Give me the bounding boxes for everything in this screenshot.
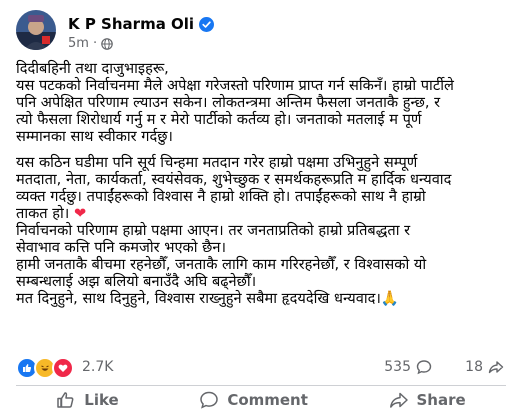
reactions-bar: 2.7K 535 18 xyxy=(16,357,506,379)
text-line: ताकत हो। ❤ xyxy=(16,205,512,222)
share-button[interactable]: Share xyxy=(389,388,466,412)
text-line: सम्मानका साथ स्वीकार गर्दछु। xyxy=(16,128,173,145)
post-header: K P Sharma Oli 5m · xyxy=(16,10,506,54)
comment-button[interactable]: Comment xyxy=(199,388,308,412)
reaction-icons[interactable] xyxy=(16,357,74,379)
text-line: सेवाभाव कत्ति पनि कमजोर भएको छैन। xyxy=(16,239,227,256)
post-actions: Like Comment Share xyxy=(16,388,506,412)
text-line: मतदाता, नेता, कार्यकर्ता, स्वयंसेवक, शुभ… xyxy=(16,171,452,188)
like-button[interactable]: Like xyxy=(56,388,119,412)
text-line: दिदीबहिनी तथा दाजुभाइहरू, xyxy=(16,60,169,77)
text-line-content: मत दिनुहुने, साथ दिनुहुने, विश्वास राख्न… xyxy=(16,290,381,307)
share-count[interactable]: 18 xyxy=(465,359,504,375)
text-line: निर्वाचनको परिणाम हाम्रो पक्षमा आएन। तर … xyxy=(16,222,411,239)
post-timestamp[interactable]: 5m xyxy=(68,36,89,51)
text-line: व्यक्त गर्दछु। तपाईंहरूको विश्वास नै हाम… xyxy=(16,188,426,205)
author-name[interactable]: K P Sharma Oli xyxy=(68,15,194,33)
text-line: यस कठिन घडीमा पनि सूर्य चिन्हमा मतदान गर… xyxy=(16,154,418,171)
actions-divider xyxy=(16,385,506,386)
paragraph-2: यस कठिन घडीमा पनि सूर्य चिन्हमा मतदान गर… xyxy=(16,154,512,307)
like-label: Like xyxy=(84,391,119,409)
meta-separator: · xyxy=(92,36,98,51)
heart-emoji-icon: ❤ xyxy=(73,205,87,222)
post-body: दिदीबहिनी तथा दाजुभाइहरू, यस पटकको निर्व… xyxy=(16,60,512,307)
globe-icon xyxy=(101,37,113,50)
pray-emoji-icon: 🙏 xyxy=(380,290,400,307)
text-line: यस पटकको निर्वाचनमा मैले अपेक्षा गरेजस्त… xyxy=(16,77,454,94)
share-icon xyxy=(389,392,408,408)
share-count-icon xyxy=(488,361,504,374)
avatar[interactable] xyxy=(16,10,56,50)
reaction-count[interactable]: 2.7K xyxy=(82,359,113,375)
paragraph-1: दिदीबहिनी तथा दाजुभाइहरू, यस पटकको निर्व… xyxy=(16,60,512,145)
text-line: पनि अपेक्षित परिणाम ल्याउन सकेन। लोकतन्त… xyxy=(16,94,441,111)
comment-count-icon xyxy=(416,360,432,375)
verified-badge-icon xyxy=(199,16,215,32)
comment-count[interactable]: 535 xyxy=(384,359,432,375)
facebook-post: K P Sharma Oli 5m · दिदीबहिनी तथा दाजुभा… xyxy=(0,0,522,409)
share-label: Share xyxy=(416,391,466,409)
text-line: त्यो फैसला शिरोधार्य गर्नु म र मेरो पार्… xyxy=(16,111,422,128)
author-line: K P Sharma Oli xyxy=(68,14,215,34)
comment-icon xyxy=(200,391,219,409)
text-line: सम्बन्धलाई अझ बलियो बनाउँदै अघि बढ्नेछौँ… xyxy=(16,273,257,290)
text-line: हामी जनताकै बीचमा रहनेछौँ, जनताकै लागि क… xyxy=(16,256,427,273)
love-reaction-icon xyxy=(52,357,74,379)
comment-label: Comment xyxy=(227,391,308,409)
text-line: मत दिनुहुने, साथ दिनुहुने, विश्वास राख्न… xyxy=(16,290,512,307)
post-meta: 5m · xyxy=(68,36,113,51)
share-count-value: 18 xyxy=(465,359,483,375)
text-line-content: ताकत हो। xyxy=(16,205,70,222)
like-icon xyxy=(57,392,74,408)
comment-count-value: 535 xyxy=(384,359,411,375)
